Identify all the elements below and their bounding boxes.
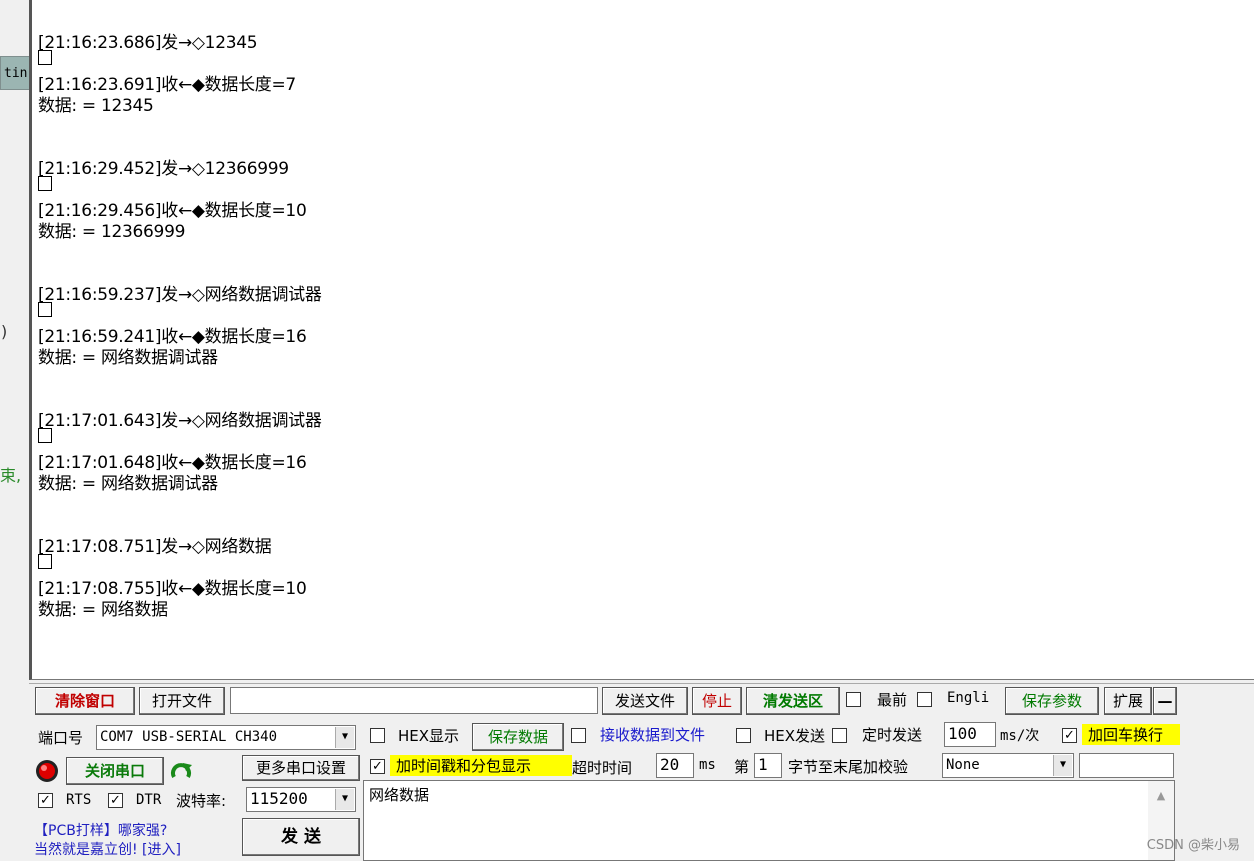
timestamp-checkbox[interactable]: ✓	[370, 759, 385, 774]
log-line-send: [21:16:29.452]发→◇12366999	[38, 159, 289, 179]
newline-box-glyph	[38, 554, 52, 574]
byte-index-input[interactable]: 1	[754, 753, 782, 778]
checksum-select[interactable]: None ▼	[942, 753, 1074, 778]
refresh-icon[interactable]	[168, 757, 196, 785]
chevron-down-icon[interactable]: ▼	[335, 727, 354, 748]
background-text-green: 束,	[0, 466, 22, 485]
newline-box-glyph	[38, 50, 52, 70]
save-data-button[interactable]: 保存数据	[472, 723, 564, 751]
timestamp-label: 加时间戳和分包显示	[390, 755, 572, 776]
checksum-value: None	[946, 757, 980, 773]
file-path-input[interactable]	[230, 687, 598, 714]
timed-send-label: 定时发送	[862, 726, 923, 744]
send-textarea[interactable]: 网络数据 ▲	[363, 780, 1175, 861]
log-line-send: [21:17:08.751]发→◇网络数据	[38, 537, 272, 557]
send-button[interactable]: 发 送	[242, 818, 360, 856]
clear-window-button[interactable]: 清除窗口	[35, 687, 135, 715]
collapse-button[interactable]: —	[1153, 687, 1177, 715]
more-settings-button[interactable]: 更多串口设置	[242, 755, 360, 781]
hex-display-label: HEX显示	[398, 727, 460, 745]
timeout-label: 超时时间	[572, 759, 633, 777]
port-status-icon	[34, 758, 60, 784]
chevron-down-icon[interactable]: ▼	[1053, 755, 1072, 776]
baud-select[interactable]: 115200 ▼	[246, 787, 356, 812]
port-select[interactable]: COM7 USB-SERIAL CH340 ▼	[96, 725, 356, 750]
log-line-data: 数据: = 网络数据	[38, 600, 168, 620]
hex-display-checkbox[interactable]	[370, 728, 385, 743]
recv-to-file-checkbox[interactable]	[571, 728, 586, 743]
topmost-checkbox[interactable]	[846, 692, 861, 707]
background-text: )	[1, 322, 8, 341]
port-label: 端口号	[38, 729, 84, 747]
dtr-checkbox[interactable]: ✓	[108, 793, 123, 808]
add-crlf-checkbox[interactable]: ✓	[1062, 728, 1077, 743]
close-port-button[interactable]: 关闭串口	[66, 757, 164, 785]
log-line-send: [21:16:23.686]发→◇12345	[38, 33, 258, 53]
timed-send-checkbox[interactable]	[832, 728, 847, 743]
timeout-input[interactable]: 20	[656, 753, 694, 778]
ad-link-line1[interactable]: 【PCB打样】哪家强?	[34, 820, 167, 840]
newline-box-glyph	[38, 302, 52, 322]
newline-box-glyph	[38, 428, 52, 448]
ad-link-line2[interactable]: 当然就是嘉立创! [进入]	[34, 839, 181, 859]
add-crlf-label: 加回车换行	[1082, 724, 1180, 745]
toolbar: 清除窗口 打开文件 发送文件 停止 清发送区 最前 Engli 保存参数 扩展 …	[29, 683, 1254, 718]
clear-send-button[interactable]: 清发送区	[746, 687, 840, 715]
log-line-send: [21:17:01.643]发→◇网络数据调试器	[38, 411, 322, 431]
send-text: 网络数据	[369, 786, 430, 804]
log-line-data: 数据: = 12345	[38, 96, 154, 116]
background-window	[0, 0, 28, 861]
log-line-data: 数据: = 12366999	[38, 222, 186, 242]
hex-send-label: HEX发送	[764, 727, 826, 745]
byte-prefix: 第	[734, 758, 750, 776]
rts-checkbox[interactable]: ✓	[38, 793, 53, 808]
log-line-send: [21:16:59.237]发→◇网络数据调试器	[38, 285, 322, 305]
interval-input[interactable]: 100	[944, 722, 996, 747]
newline-box-glyph	[38, 176, 52, 196]
watermark: CSDN @柴小易	[1146, 838, 1240, 853]
topmost-label: 最前	[877, 691, 908, 709]
scroll-up-icon[interactable]: ▲	[1148, 789, 1174, 802]
byte-suffix: 字节至末尾加校验	[788, 758, 909, 776]
save-params-button[interactable]: 保存参数	[1005, 687, 1099, 715]
port-value: COM7 USB-SERIAL CH340	[100, 729, 278, 745]
checksum-result-input[interactable]	[1079, 753, 1174, 778]
log-line-data: 数据: = 网络数据调试器	[38, 348, 218, 368]
log-line-data: 数据: = 网络数据调试器	[38, 474, 218, 494]
expand-button[interactable]: 扩展	[1104, 687, 1152, 715]
open-file-button[interactable]: 打开文件	[139, 687, 225, 715]
chevron-down-icon[interactable]: ▼	[335, 789, 354, 810]
receive-area[interactable]: [21:16:23.686]发→◇12345 [21:16:23.691]收←◆数…	[29, 0, 1254, 680]
recv-to-file-label: 接收数据到文件	[600, 726, 706, 744]
dtr-label: DTR	[136, 792, 162, 808]
rts-label: RTS	[66, 792, 92, 808]
english-checkbox[interactable]	[917, 692, 932, 707]
timeout-unit: ms	[699, 757, 716, 773]
baud-value: 115200	[250, 789, 308, 808]
baud-label: 波特率:	[176, 792, 227, 810]
hex-send-checkbox[interactable]	[736, 728, 751, 743]
english-label: Engli	[947, 690, 990, 706]
background-tab: tin	[0, 56, 30, 90]
interval-unit: ms/次	[1000, 728, 1040, 744]
send-file-button[interactable]: 发送文件	[602, 687, 688, 715]
stop-button[interactable]: 停止	[692, 687, 742, 715]
